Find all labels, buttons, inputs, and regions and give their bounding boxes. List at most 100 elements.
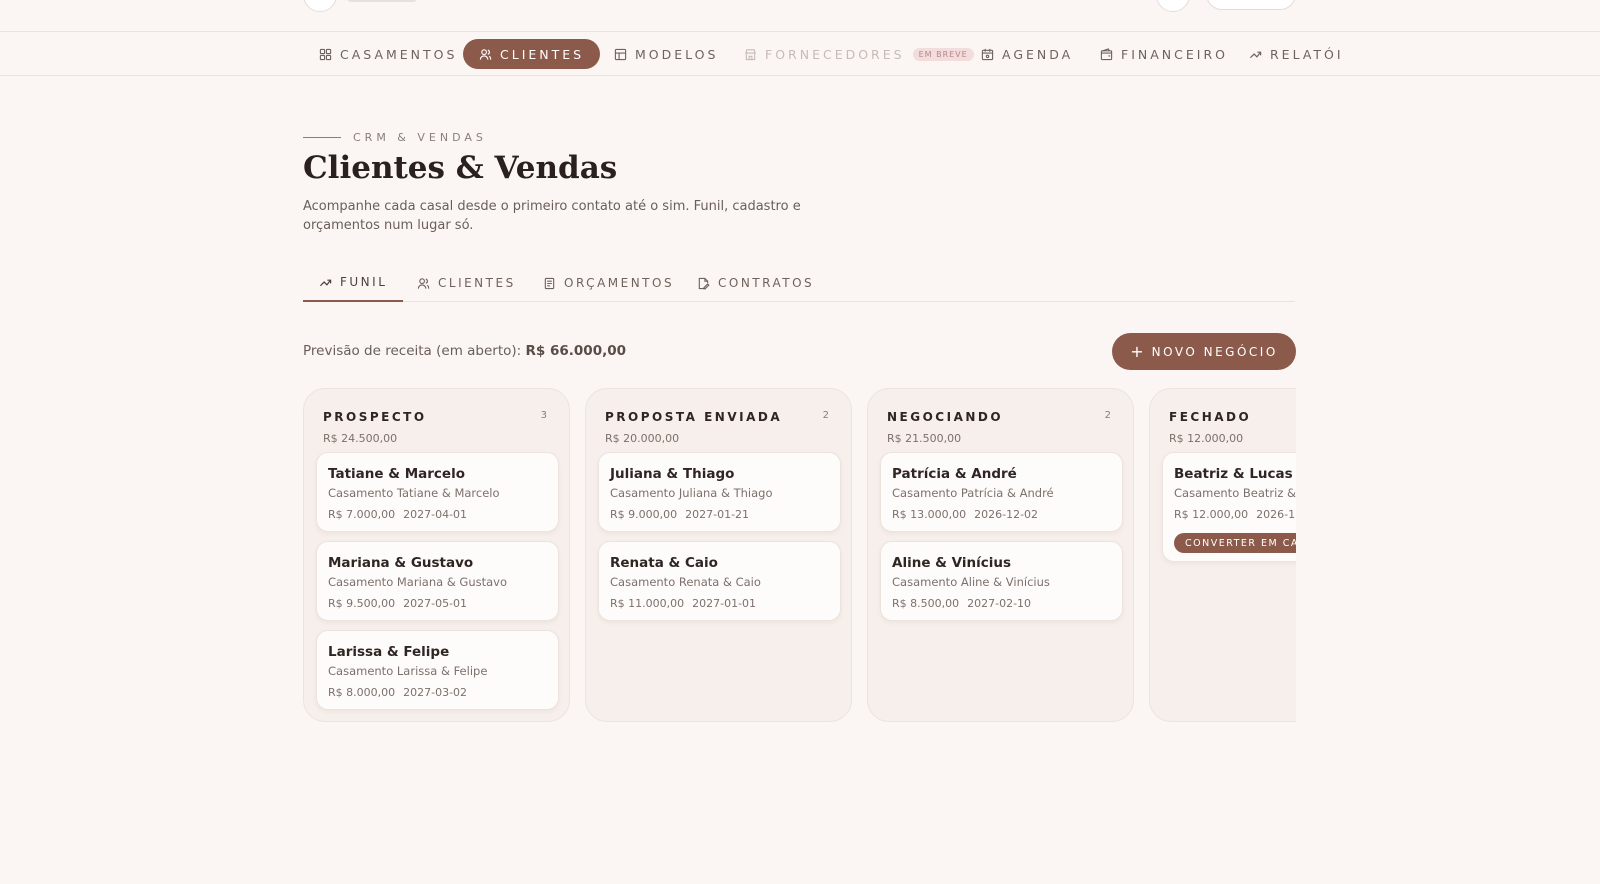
deal-meta: R$ 8.000,00 2027-03-02 xyxy=(328,686,467,699)
tab-label: CONTRATOS xyxy=(718,276,815,290)
deal-date: 2027-05-01 xyxy=(403,597,468,610)
tab-label: ORÇAMENTOS xyxy=(564,276,675,290)
deal-name: Mariana & Gustavo xyxy=(328,555,474,571)
nav-item-label: RELATÓI xyxy=(1270,46,1344,62)
deal-card[interactable]: Tatiane & Marcelo Casamento Tatiane & Ma… xyxy=(316,452,559,532)
nav-item-fornecedores: FORNECEDORES EM BREVE xyxy=(728,39,990,69)
tab-funil[interactable]: FUNIL xyxy=(303,264,404,302)
eyebrow-text: CRM & VENDAS xyxy=(353,131,487,144)
nav-item-relatorios[interactable]: RELATÓI xyxy=(1233,39,1360,69)
users-icon xyxy=(417,277,430,289)
column-count: 3 xyxy=(540,410,547,421)
deal-card[interactable]: Patrícia & André Casamento Patrícia & An… xyxy=(880,452,1123,532)
page-title: Clientes & Vendas xyxy=(303,150,618,186)
tab-clientes[interactable]: CLIENTES xyxy=(401,264,532,302)
column-title: FECHADO xyxy=(1169,410,1252,424)
deal-date: 2027-03-02 xyxy=(403,686,468,699)
deal-name: Patrícia & André xyxy=(892,466,1017,482)
main-nav: CASAMENTOS CLIENTES MODELOS FORNECEDORES… xyxy=(0,32,1600,76)
deal-meta: R$ 13.000,00 2026-12-02 xyxy=(892,508,1038,521)
top-bar xyxy=(0,0,1600,32)
wallet-icon xyxy=(1100,47,1113,60)
deal-name: Renata & Caio xyxy=(610,555,718,571)
deal-value: R$ 8.000,00 xyxy=(328,686,396,699)
deal-event: Casamento Renata & Caio xyxy=(610,575,761,589)
nav-item-label: CLIENTES xyxy=(500,46,585,62)
column-title: PROSPECTO xyxy=(323,410,427,424)
tab-contratos[interactable]: CONTRATOS xyxy=(681,264,830,302)
deal-event: Casamento Aline & Vinícius xyxy=(892,575,1050,589)
deal-name: Larissa & Felipe xyxy=(328,644,450,660)
deal-value: R$ 7.000,00 xyxy=(328,508,396,521)
nav-item-modelos[interactable]: MODELOS xyxy=(598,39,734,69)
deal-date: 2026-12-02 xyxy=(974,508,1039,521)
notification-button[interactable] xyxy=(1156,0,1190,12)
pipeline-board: PROSPECTO 3 R$ 24.500,00 Tatiane & Marce… xyxy=(303,388,1296,723)
deal-card[interactable]: Juliana & Thiago Casamento Juliana & Thi… xyxy=(598,452,841,532)
column-count: 2 xyxy=(822,410,829,421)
edit-document-icon xyxy=(698,277,710,289)
eyebrow-line xyxy=(303,137,341,138)
deal-card[interactable]: Beatriz & Lucas Casamento Beatriz & L R$… xyxy=(1162,452,1296,562)
pipeline-column-fechado: FECHADO R$ 12.000,00 Beatriz & Lucas Cas… xyxy=(1149,388,1296,722)
deal-name: Tatiane & Marcelo xyxy=(328,466,465,482)
deal-value: R$ 9.500,00 xyxy=(328,597,396,610)
calendar-icon xyxy=(981,48,994,60)
deal-value: R$ 8.500,00 xyxy=(892,597,960,610)
tab-orcamentos[interactable]: ORÇAMENTOS xyxy=(527,264,690,302)
deal-date: 2027-04-01 xyxy=(403,508,468,521)
deal-value: R$ 9.000,00 xyxy=(610,508,678,521)
deal-date: 2027-02-10 xyxy=(967,597,1032,610)
trend-icon xyxy=(1249,51,1262,58)
deal-value: R$ 11.000,00 xyxy=(610,597,685,610)
deal-value: R$ 13.000,00 xyxy=(892,508,967,521)
deal-card[interactable]: Aline & Vinícius Casamento Aline & Viníc… xyxy=(880,541,1123,621)
users-icon xyxy=(479,48,492,60)
deal-event: Casamento Tatiane & Marcelo xyxy=(328,486,500,500)
nav-item-label: CASAMENTOS xyxy=(340,46,458,62)
logo-wordmark xyxy=(347,0,417,2)
forecast-value: R$ 66.000,00 xyxy=(525,343,627,359)
plus-icon: + xyxy=(1130,342,1144,361)
account-button[interactable] xyxy=(1206,0,1296,10)
deal-card[interactable]: Larissa & Felipe Casamento Larissa & Fel… xyxy=(316,630,559,710)
new-deal-label: NOVO NEGÓCIO xyxy=(1151,344,1278,359)
deal-name: Aline & Vinícius xyxy=(892,555,1011,571)
pipeline-column-negociando: NEGOCIANDO 2 R$ 21.500,00 Patrícia & And… xyxy=(867,388,1134,722)
revenue-forecast: Previsão de receita (em aberto): R$ 66.0… xyxy=(303,343,626,359)
pipeline-column-prospecto: PROSPECTO 3 R$ 24.500,00 Tatiane & Marce… xyxy=(303,388,570,722)
column-total: R$ 12.000,00 xyxy=(1169,432,1244,445)
pipeline-column-proposta-enviada: PROPOSTA ENVIADA 2 R$ 20.000,00 Juliana … xyxy=(585,388,852,722)
deal-card[interactable]: Mariana & Gustavo Casamento Mariana & Gu… xyxy=(316,541,559,621)
new-deal-button[interactable]: + NOVO NEGÓCIO xyxy=(1112,333,1296,370)
deal-meta: R$ 9.500,00 2027-05-01 xyxy=(328,597,467,610)
column-total: R$ 20.000,00 xyxy=(605,432,680,445)
tab-label: CLIENTES xyxy=(438,276,516,290)
convert-to-wedding-button[interactable]: CONVERTER EM CAS xyxy=(1174,533,1296,553)
template-icon xyxy=(614,48,627,60)
nav-item-financeiro[interactable]: FINANCEIRO xyxy=(1084,39,1244,69)
deal-date: 2027-01-01 xyxy=(692,597,757,610)
deal-card[interactable]: Renata & Caio Casamento Renata & Caio R$… xyxy=(598,541,841,621)
tab-label: FUNIL xyxy=(340,275,388,289)
nav-item-agenda[interactable]: AGENDA xyxy=(965,39,1089,69)
deal-event: Casamento Juliana & Thiago xyxy=(610,486,773,500)
deal-date: 2027-01-21 xyxy=(685,508,750,521)
deal-meta: R$ 11.000,00 2027-01-01 xyxy=(610,597,756,610)
deal-meta: R$ 12.000,00 2026-11- xyxy=(1174,508,1296,521)
logo-mark[interactable] xyxy=(303,0,337,12)
deal-date: 2026-11- xyxy=(1256,508,1296,521)
page-eyebrow: CRM & VENDAS xyxy=(303,131,487,144)
deal-event: Casamento Patrícia & André xyxy=(892,486,1054,500)
nav-item-clientes[interactable]: CLIENTES xyxy=(463,39,601,69)
deal-meta: R$ 9.000,00 2027-01-21 xyxy=(610,508,749,521)
nav-item-casamentos[interactable]: CASAMENTOS xyxy=(303,39,473,69)
deal-event: Casamento Larissa & Felipe xyxy=(328,664,488,678)
deal-meta: R$ 7.000,00 2027-04-01 xyxy=(328,508,467,521)
column-count: 2 xyxy=(1104,410,1111,421)
page-subtitle: Acompanhe cada casal desde o primeiro co… xyxy=(303,199,801,233)
nav-item-label: MODELOS xyxy=(635,46,719,62)
column-total: R$ 24.500,00 xyxy=(323,432,398,445)
document-icon xyxy=(544,277,555,289)
deal-event: Casamento Mariana & Gustavo xyxy=(328,575,508,589)
